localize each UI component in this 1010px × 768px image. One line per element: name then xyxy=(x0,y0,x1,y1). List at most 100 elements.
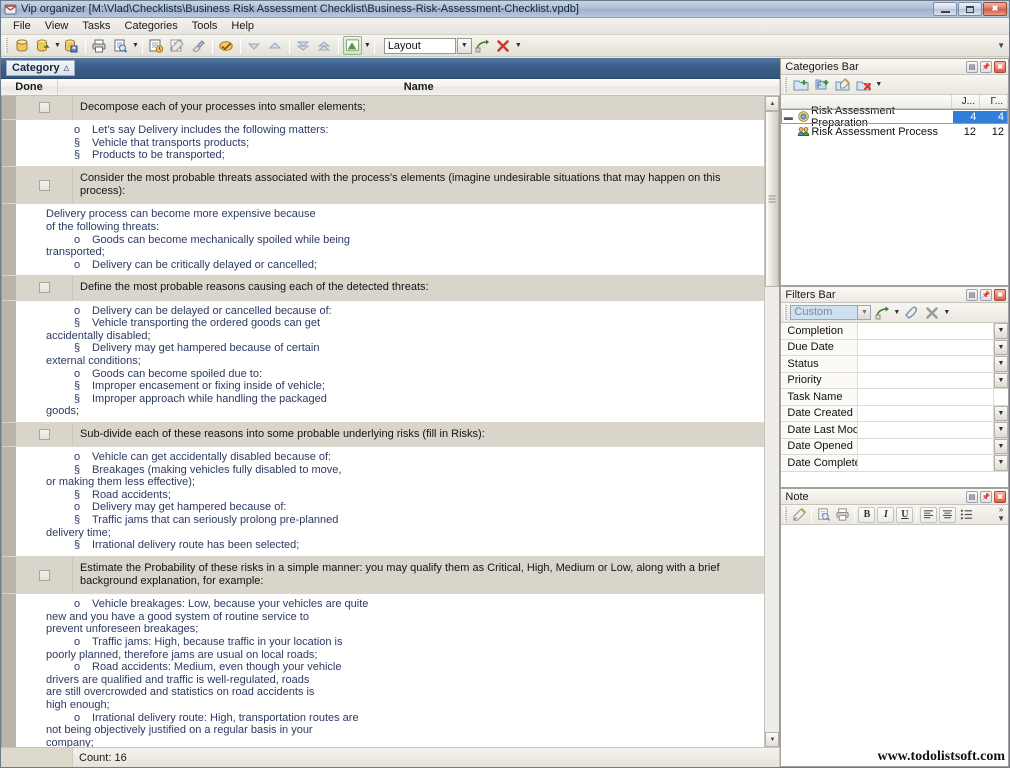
delete-category-icon[interactable] xyxy=(854,75,873,94)
filter-value[interactable] xyxy=(858,373,994,389)
layout-dropdown-icon[interactable]: ▼ xyxy=(364,42,371,49)
note-window-position-icon[interactable]: ▤ xyxy=(966,491,978,503)
open-database-icon[interactable] xyxy=(33,36,52,55)
filter-value[interactable] xyxy=(858,389,994,405)
filters-toolbar-grip[interactable] xyxy=(784,305,787,321)
toolbar-options-icon[interactable]: ▼ xyxy=(997,41,1005,50)
scroll-thumb[interactable] xyxy=(765,111,779,287)
filter-dropdown-icon[interactable]: ▼ xyxy=(994,323,1008,339)
maximize-button[interactable] xyxy=(958,2,982,16)
task-row[interactable]: Consider the most probable threats assoc… xyxy=(2,167,764,204)
menu-help[interactable]: Help xyxy=(224,19,261,33)
delete-task-icon[interactable] xyxy=(189,36,208,55)
done-checkbox[interactable] xyxy=(39,102,50,113)
done-checkbox[interactable] xyxy=(39,282,50,293)
bold-icon[interactable]: B xyxy=(858,507,875,523)
scroll-down-button[interactable]: ▼ xyxy=(765,732,779,747)
filters-close-icon[interactable]: ✖ xyxy=(994,289,1006,301)
filter-dropdown-icon[interactable]: ▼ xyxy=(994,422,1008,438)
note-text[interactable]: oVehicle breakages: Low, because your ve… xyxy=(44,594,764,747)
new-task-icon[interactable] xyxy=(147,36,166,55)
filter-value[interactable] xyxy=(858,340,994,356)
minimize-button[interactable] xyxy=(933,2,957,16)
edit-note-icon[interactable] xyxy=(791,507,808,523)
save-database-icon[interactable] xyxy=(62,36,81,55)
done-checkbox[interactable] xyxy=(39,429,50,440)
grid-vertical-scrollbar[interactable]: ▲ ▼ xyxy=(764,96,779,747)
menu-tools[interactable]: Tools xyxy=(185,19,225,33)
edit-category-icon[interactable] xyxy=(833,75,852,94)
layout-combo-dropdown-icon[interactable]: ▼ xyxy=(457,38,472,54)
task-note-row[interactable]: Delivery process can become more expensi… xyxy=(2,204,764,276)
menu-tasks[interactable]: Tasks xyxy=(75,19,117,33)
filter-preset-input[interactable]: Custom xyxy=(790,305,858,320)
task-name-cell[interactable]: Define the most probable reasons causing… xyxy=(73,276,764,299)
move-top-icon[interactable] xyxy=(315,36,334,55)
note-editor[interactable] xyxy=(781,525,1008,766)
note-autohide-pin-icon[interactable]: 📌 xyxy=(980,491,992,503)
align-left-icon[interactable] xyxy=(920,507,937,523)
task-note-row[interactable]: oVehicle can get accidentally disabled b… xyxy=(2,447,764,557)
align-center-icon[interactable] xyxy=(939,507,956,523)
layout-input[interactable]: Layout xyxy=(384,38,456,54)
apply-filter-icon[interactable] xyxy=(872,303,891,322)
edit-task-icon[interactable] xyxy=(168,36,187,55)
remove-filter-icon[interactable] xyxy=(922,303,941,322)
filter-value[interactable] xyxy=(858,439,994,455)
group-by-category-chip[interactable]: Category △ xyxy=(6,60,75,76)
task-name-cell[interactable]: Decompose each of your processes into sm… xyxy=(73,96,764,119)
sort-ascending-icon[interactable]: △ xyxy=(64,64,69,72)
toolbar-grip[interactable] xyxy=(5,38,8,54)
italic-icon[interactable]: I xyxy=(877,507,894,523)
print-preview-icon[interactable] xyxy=(111,36,130,55)
filter-value[interactable] xyxy=(858,356,994,372)
done-checkbox[interactable] xyxy=(39,180,50,191)
filters-window-position-icon[interactable]: ▤ xyxy=(966,289,978,301)
open-dropdown-icon[interactable]: ▼ xyxy=(54,42,61,49)
note-text[interactable]: oLet’s say Delivery includes the followi… xyxy=(44,120,764,166)
underline-icon[interactable]: U xyxy=(896,507,913,523)
move-up-icon[interactable] xyxy=(266,36,285,55)
task-name-cell[interactable]: Estimate the Probability of these risks … xyxy=(73,557,764,593)
filter-dropdown-icon[interactable]: ▼ xyxy=(994,439,1008,455)
menu-view[interactable]: View xyxy=(38,19,76,33)
note-toolbar-grip[interactable] xyxy=(784,507,787,523)
filters-dropdown-icon[interactable]: ▼ xyxy=(943,309,950,316)
filter-dropdown-icon[interactable]: ▼ xyxy=(994,406,1008,422)
close-button[interactable]: ✖ xyxy=(983,2,1007,16)
filter-value[interactable] xyxy=(858,455,994,471)
categories-toolbar-grip[interactable] xyxy=(784,77,787,93)
new-category-icon[interactable] xyxy=(791,75,810,94)
filter-preset-dropdown-icon[interactable]: ▼ xyxy=(857,305,871,320)
task-name-cell[interactable]: Sub-divide each of these reasons into so… xyxy=(73,423,764,446)
categories-autohide-pin-icon[interactable]: 📌 xyxy=(980,61,992,73)
task-row[interactable]: Define the most probable reasons causing… xyxy=(2,276,764,300)
bullet-list-icon[interactable] xyxy=(958,507,975,523)
cat-col-count2[interactable]: Г... xyxy=(980,95,1008,108)
note-text[interactable]: oDelivery can be delayed or cancelled be… xyxy=(44,301,764,422)
clear-filter-icon[interactable] xyxy=(901,303,920,322)
move-bottom-icon[interactable] xyxy=(294,36,313,55)
filter-dropdown-icon[interactable]: ▼ xyxy=(994,340,1008,356)
category-item-risk-assessment-process[interactable]: Risk Assessment Process 12 12 xyxy=(781,124,1008,139)
note-close-icon[interactable]: ✖ xyxy=(994,491,1006,503)
task-row[interactable]: Sub-divide each of these reasons into so… xyxy=(2,423,764,447)
apply-layout-icon[interactable] xyxy=(473,36,492,55)
filter-value[interactable] xyxy=(858,406,994,422)
apply-filter-dropdown-icon[interactable]: ▼ xyxy=(893,309,900,316)
categories-window-position-icon[interactable]: ▤ xyxy=(966,61,978,73)
complete-task-icon[interactable] xyxy=(217,36,236,55)
filter-dropdown-icon[interactable]: ▼ xyxy=(994,455,1008,471)
cat-col-count1[interactable]: J... xyxy=(952,95,980,108)
done-checkbox[interactable] xyxy=(39,570,50,581)
category-dropdown-icon[interactable]: ▼ xyxy=(875,81,882,88)
menu-file[interactable]: File xyxy=(6,19,38,33)
scroll-track[interactable] xyxy=(765,111,779,732)
filter-value[interactable] xyxy=(858,323,994,339)
delete-layout-icon[interactable] xyxy=(494,36,513,55)
column-header-done[interactable]: Done xyxy=(1,79,58,95)
category-expander-icon[interactable]: ▬ xyxy=(781,112,795,122)
column-header-name[interactable]: Name xyxy=(58,79,780,95)
print-icon[interactable] xyxy=(90,36,109,55)
menu-categories[interactable]: Categories xyxy=(118,19,185,33)
